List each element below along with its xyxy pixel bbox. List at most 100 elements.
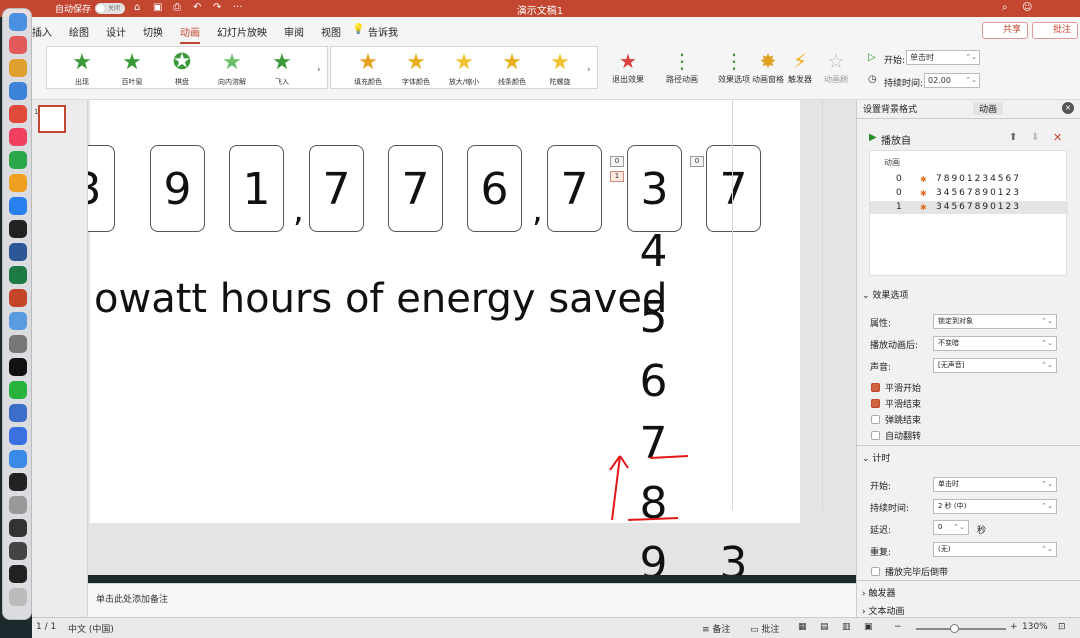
motion-path-button[interactable]: ⋮ 路径动画 [660,49,704,84]
move-up-icon[interactable]: ⬆ [1009,132,1017,143]
digit-box[interactable]: 7 [547,145,602,232]
start-select[interactable]: 单击时 ⌃⌄ [906,50,980,65]
property-select[interactable]: 锁定到对象 ⌃⌄ [933,314,1057,329]
zoom-slider-knob[interactable] [950,624,959,633]
powerpoint-icon[interactable] [9,289,27,307]
digit-box[interactable]: 9 [150,145,205,232]
digit-box[interactable]: 3 [88,145,115,232]
rewind-checkbox[interactable]: 播放完毕后倒带 [871,565,948,578]
chevron-right-icon[interactable]: › [587,65,591,75]
search-icon[interactable]: ⌕ [1002,2,1008,13]
zoom-level[interactable]: 130% [1022,622,1048,632]
finder-icon[interactable] [9,13,27,31]
wechat-icon[interactable] [9,381,27,399]
tab-transitions[interactable]: 切换 [143,24,163,39]
close-icon[interactable]: × [1062,102,1074,114]
fit-slide-icon[interactable]: ⊡ [1058,622,1066,632]
clock-icon[interactable] [9,404,27,422]
slide-thumbnail-1[interactable] [38,105,66,133]
window-icon[interactable] [9,542,27,560]
sound-select[interactable]: [无声音] ⌃⌄ [933,358,1057,373]
quicktime-icon[interactable] [9,519,27,537]
screen-icon[interactable] [9,565,27,583]
effect-checkerboard[interactable]: ✪ 棋盘 [157,51,207,87]
slide-caption[interactable]: owatt hours of energy saved [94,276,667,322]
effect-fly-in[interactable]: ★ 飞入 [257,51,307,87]
qq-icon[interactable] [9,358,27,376]
zoom-out-icon[interactable]: − [894,622,902,632]
tab-design[interactable]: 设计 [106,24,126,39]
pages-icon[interactable] [9,174,27,192]
duration-input[interactable]: 02.00 ⌃⌄ [924,73,980,88]
play-icon[interactable]: ▶ [869,132,877,143]
capcut-icon[interactable] [9,473,27,491]
safari-icon[interactable] [9,82,27,100]
tab-draw[interactable]: 绘图 [69,24,89,39]
effect-dissolve-in[interactable]: ★ 向内溶解 [207,51,257,87]
account-icon[interactable]: ☺ [1022,2,1032,13]
timing-section[interactable]: ⌄ 计时 [862,451,890,464]
tab-animations[interactable]: 动画 [180,24,200,44]
tab-view[interactable]: 视图 [321,24,341,39]
digit-box[interactable]: 7 [706,145,761,232]
sorter-view-icon[interactable]: ▤ [820,622,829,632]
language-indicator[interactable]: 中文 (中国) [68,622,114,635]
word-icon[interactable] [9,243,27,261]
effect-fill-color[interactable]: ★ 填充颜色 [343,51,393,87]
animation-item[interactable]: 0 ✱ 34567890123 [870,187,1068,200]
photos-icon[interactable] [9,59,27,77]
notes-5-icon[interactable] [9,450,27,468]
zoom-slider[interactable] [916,628,1006,630]
auto-reverse-checkbox[interactable]: 自动翻转 [871,429,921,442]
slideshow-icon[interactable]: ▣ [864,622,873,632]
tab-review[interactable]: 审阅 [284,24,304,39]
delete-icon[interactable]: ✕ [1053,131,1062,144]
tell-me[interactable]: 告诉我 [368,24,398,39]
bounce-end-checkbox[interactable]: 弹跳结束 [871,413,921,426]
animation-item[interactable]: 1 ✱ 34567890123 [870,201,1068,214]
share-button[interactable]: 共享 [982,22,1029,39]
timing-duration-select[interactable]: 2 秒 (中) ⌃⌄ [933,499,1057,514]
effect-line-color[interactable]: ★ 线条颜色 [487,51,537,87]
animation-tag[interactable]: 1 [610,171,624,182]
effect-options-section[interactable]: ⌄ 效果选项 [862,288,908,301]
digit-box[interactable]: 6 [467,145,522,232]
normal-view-icon[interactable]: ▦ [798,622,807,632]
app-store-icon[interactable] [9,197,27,215]
tab-format-background[interactable]: 设置背景格式 [863,102,917,115]
digit-box[interactable]: 3 [627,145,682,232]
comments-toggle[interactable]: ▭ 批注 [750,622,779,635]
text-animation-section[interactable]: › 文本动画 [862,604,904,617]
reading-view-icon[interactable]: ▥ [842,622,851,632]
lark-icon[interactable] [9,427,27,445]
tab-insert[interactable]: 插入 [32,24,52,39]
animation-item[interactable]: 0 ✱ 78901234567 [870,173,1068,186]
preview-icon[interactable] [9,312,27,330]
timing-start-select[interactable]: 单击时 ⌃⌄ [933,477,1057,492]
seal-icon[interactable] [9,335,27,353]
numbers-icon[interactable] [9,151,27,169]
exit-effect-button[interactable]: ★ 退出效果 [606,49,650,84]
animation-painter-button[interactable]: ☆ 动画刷 [814,49,858,84]
delay-input[interactable]: 0 ⌃⌄ [933,520,969,535]
smooth-end-checkbox[interactable]: 平滑结束 [871,397,921,410]
texteditor-icon[interactable] [9,496,27,514]
trigger-section[interactable]: › 触发器 [862,586,895,599]
notes-toggle[interactable]: ≡ 备注 [702,622,730,635]
effect-blinds[interactable]: ★ 百叶窗 [107,51,157,87]
after-animation-select[interactable]: 不变暗 ⌃⌄ [933,336,1057,351]
smooth-start-checkbox[interactable]: 平滑开始 [871,381,921,394]
digit-box[interactable]: 7 [388,145,443,232]
notes-area[interactable]: 单击此处添加备注 [88,583,856,617]
effect-appear[interactable]: ★ 出现 [57,51,107,87]
comment-button[interactable]: 批注 [1032,22,1079,39]
animation-tag[interactable]: 0 [690,156,704,167]
tab-slideshow[interactable]: 幻灯片放映 [217,24,267,39]
trash-icon[interactable] [9,588,27,606]
chevron-right-icon[interactable]: › [317,65,321,75]
chrome-icon[interactable] [9,105,27,123]
excel-icon[interactable] [9,266,27,284]
chatgpt-icon[interactable] [9,220,27,238]
digit-box[interactable]: 1 [229,145,284,232]
repeat-select[interactable]: (无) ⌃⌄ [933,542,1057,557]
